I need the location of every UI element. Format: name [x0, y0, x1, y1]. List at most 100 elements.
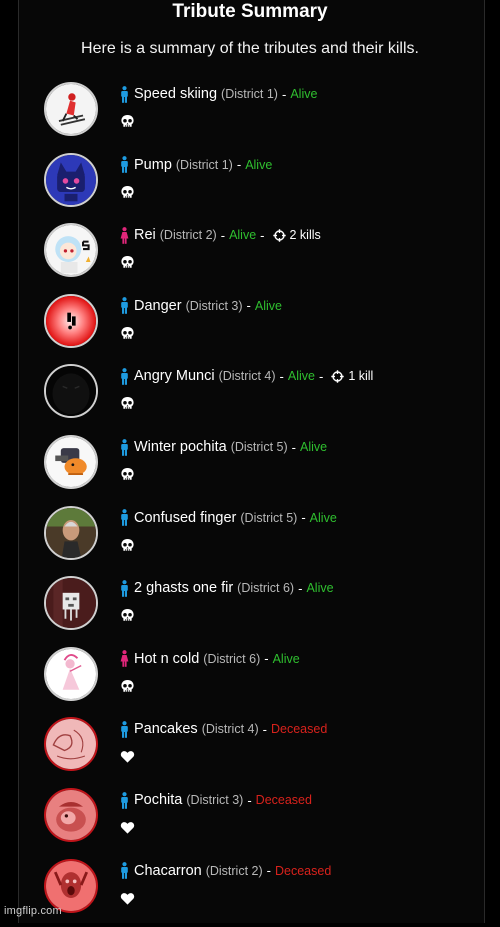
skull-icon [120, 467, 135, 482]
tribute-avatar [44, 576, 98, 631]
tribute-row: Rei (District 2) - Alive -2 kills [0, 221, 500, 291]
female-icon [120, 650, 129, 668]
tribute-status: Alive [229, 228, 257, 243]
skull-icon [120, 608, 135, 623]
tribute-avatar [44, 293, 98, 348]
crosshair-icon [331, 370, 345, 383]
skull-icon [120, 396, 135, 411]
separator: - [260, 227, 265, 243]
male-icon [120, 509, 129, 526]
page-subtitle: Here is a summary of the tributes and th… [81, 40, 419, 57]
tribute-district: (District 3) [186, 793, 244, 807]
separator: - [318, 368, 324, 384]
separator: - [266, 863, 271, 879]
male-icon [120, 720, 129, 738]
kill-count: 1 kill [327, 369, 373, 383]
tribute-info: Danger (District 3) - Alive [120, 296, 282, 316]
tribute-avatar [44, 152, 98, 207]
tribute-info: Rei (District 2) - Alive -2 kills [120, 225, 321, 245]
tribute-avatar [44, 82, 98, 136]
tribute-district: (District 6) [237, 581, 295, 596]
tribute-name: Winter pochita [134, 439, 227, 455]
tribute-status: Deceased [270, 722, 328, 737]
separator: - [236, 157, 242, 173]
tribute-info: Angry Munci (District 4) - Alive -1 kill [120, 366, 373, 386]
separator: - [220, 227, 226, 243]
watermark: imgflip.com [4, 905, 62, 917]
tribute-status: Deceased [275, 863, 332, 878]
separator: - [291, 439, 296, 455]
tribute-row: Chacarron (District 2) - Deceased [0, 857, 500, 927]
male-icon [120, 156, 129, 173]
tribute-district: (District 1) [175, 157, 233, 172]
tribute-row: Speed skiing (District 1) - Alive [0, 80, 500, 150]
tribute-name: Pump [134, 156, 172, 173]
tribute-name: Rei [134, 227, 156, 244]
tribute-avatar [44, 435, 98, 489]
tribute-name: Pochita [134, 792, 183, 808]
heart-icon [120, 820, 135, 835]
separator: - [298, 580, 303, 596]
tribute-avatar [44, 788, 98, 842]
separator: - [279, 368, 284, 384]
separator: - [262, 721, 267, 737]
tribute-info: Pump (District 1) - Alive [120, 155, 272, 175]
male-icon [120, 297, 129, 315]
tribute-info: Chacarron (District 2) - Deceased [120, 861, 331, 881]
tribute-district: (District 5) [230, 440, 288, 454]
tribute-row: Hot n cold (District 6) - Alive [0, 645, 500, 715]
tribute-status: Alive [306, 581, 334, 596]
separator: - [301, 510, 306, 526]
tribute-name: 2 ghasts one fir [134, 580, 234, 597]
tribute-row: Pump (District 1) - Alive [0, 151, 500, 221]
tribute-avatar [44, 646, 98, 701]
tribute-avatar [44, 223, 98, 278]
tribute-status: Alive [245, 157, 273, 172]
tribute-info: 2 ghasts one fir (District 6) - Alive [120, 578, 334, 598]
tribute-district: (District 3) [185, 298, 243, 313]
tribute-avatar [44, 717, 98, 772]
tribute-row: 2 ghasts one fir (District 6) - Alive [0, 574, 500, 644]
tribute-row: Pochita (District 3) - Deceased [0, 786, 500, 856]
tribute-name: Chacarron [134, 862, 202, 879]
heart-icon [120, 749, 135, 764]
tribute-info: Speed skiing (District 1) - Alive [120, 84, 317, 104]
separator: - [264, 651, 269, 667]
tribute-name: Pancakes [134, 721, 198, 738]
tribute-info: Pochita (District 3) - Deceased [120, 790, 312, 810]
tribute-row: Angry Munci (District 4) - Alive -1 kill [0, 362, 500, 432]
tribute-row: Pancakes (District 4) - Deceased [0, 715, 500, 785]
tribute-name: Speed skiing [134, 86, 218, 102]
female-icon [120, 226, 129, 244]
tribute-info: Hot n cold (District 6) - Alive [120, 649, 300, 669]
tribute-district: (District 4) [218, 369, 276, 384]
male-icon [120, 367, 129, 385]
skull-icon [120, 255, 135, 270]
skull-icon [120, 538, 135, 553]
tribute-name: Hot n cold [134, 650, 200, 667]
tribute-avatar [44, 505, 98, 560]
kill-count-label: 1 kill [348, 369, 374, 384]
skull-icon [120, 114, 135, 129]
kill-count-label: 2 kills [289, 228, 321, 243]
male-icon [120, 791, 129, 809]
tribute-info: Winter pochita (District 5) - Alive [120, 437, 327, 457]
tribute-row: Confused finger (District 5) - Alive [0, 504, 500, 574]
tribute-row: Winter pochita (District 5) - Alive [0, 433, 500, 503]
tribute-row: Danger (District 3) - Alive [0, 292, 500, 362]
tribute-district: (District 4) [201, 722, 259, 737]
crosshair-icon [272, 228, 286, 242]
separator: - [281, 86, 287, 102]
tribute-status: Alive [254, 298, 282, 313]
tribute-status: Alive [290, 87, 318, 101]
tribute-district: (District 2) [159, 228, 217, 243]
tribute-district: (District 2) [205, 863, 263, 878]
tribute-status: Deceased [255, 793, 312, 807]
tribute-name: Angry Munci [134, 368, 215, 385]
tribute-status: Alive [272, 651, 300, 666]
tribute-status: Alive [309, 510, 337, 525]
male-icon [120, 862, 129, 879]
heart-icon [120, 891, 135, 906]
male-icon [120, 579, 129, 597]
tribute-district: (District 5) [240, 510, 298, 525]
